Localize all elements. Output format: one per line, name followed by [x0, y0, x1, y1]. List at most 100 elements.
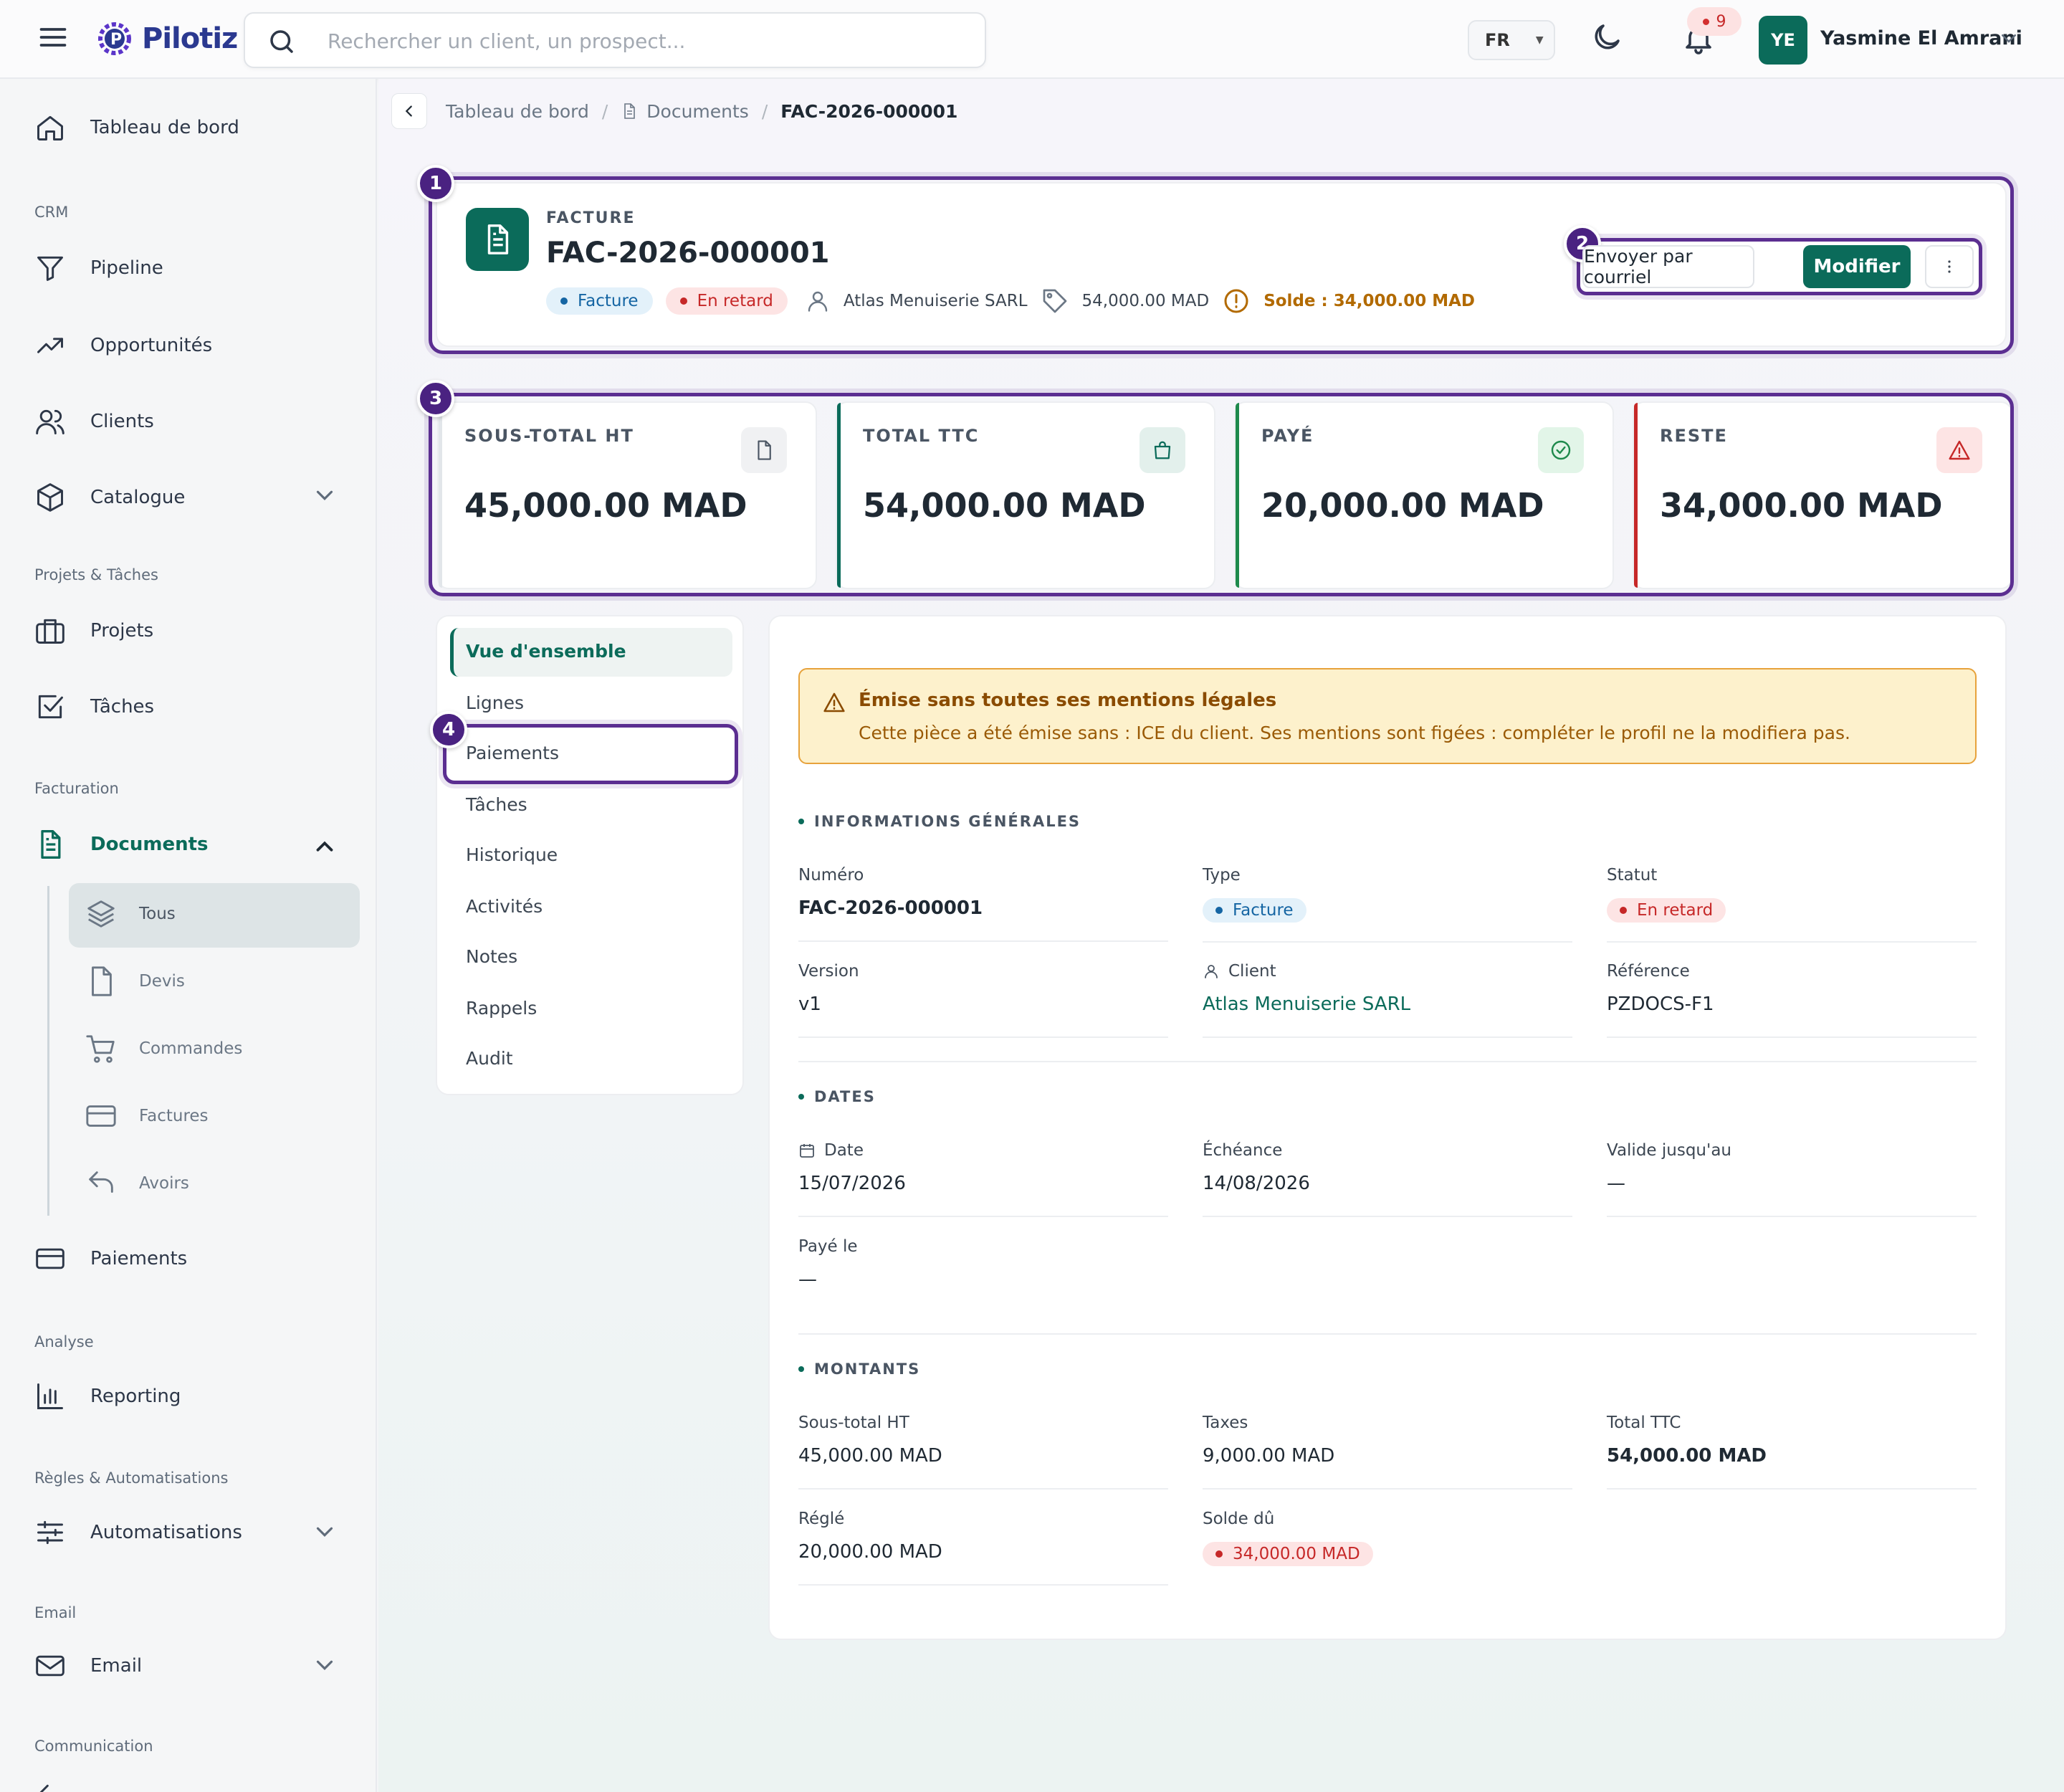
client-link[interactable]: Atlas Menuiserie SARL — [1203, 993, 1572, 1018]
sidebar-item-automations[interactable]: Automatisations — [34, 1517, 242, 1548]
sidebar-item-email[interactable]: Email — [34, 1650, 142, 1682]
mail-icon — [34, 1650, 66, 1682]
annotation-marker-4: 4 — [430, 711, 467, 748]
sidebar-item-label: Opportunités — [90, 335, 213, 356]
submenu-rail — [47, 886, 49, 1216]
bar-chart-icon — [34, 1381, 66, 1412]
field-value: 54,000.00 MAD — [1607, 1445, 1767, 1467]
field-balance-due: Solde dû 34,000.00 MAD — [1203, 1510, 1572, 1585]
chevron-down-icon[interactable] — [311, 482, 338, 509]
status-badge: En retard — [1607, 898, 1726, 923]
send-email-button[interactable]: Envoyer par courriel — [1582, 245, 1754, 288]
field-reference: Référence PZDOCS-F1 — [1607, 962, 1977, 1038]
submenu-item-quotes[interactable]: Devis — [85, 965, 185, 998]
arrow-left-icon[interactable] — [34, 1781, 66, 1792]
tab-audit[interactable]: Audit — [466, 1048, 513, 1069]
tab-activities[interactable]: Activités — [466, 896, 543, 917]
dark-mode-toggle-icon[interactable] — [1590, 20, 1624, 54]
legal-mentions-alert: Émise sans toutes ses mentions légales C… — [798, 668, 1977, 764]
sidebar-section-analysis: Analyse — [34, 1333, 94, 1350]
credit-card-icon — [34, 1243, 66, 1274]
field-label: Total TTC — [1607, 1414, 1681, 1432]
breadcrumb-current: FAC-2026-000001 — [780, 100, 958, 122]
submenu-label: Avoirs — [139, 1174, 189, 1193]
field-value: 20,000.00 MAD — [798, 1541, 942, 1563]
edit-button[interactable]: Modifier — [1803, 245, 1911, 288]
chevron-up-icon[interactable] — [311, 833, 338, 860]
app-logo[interactable]: P Pilotiz — [93, 17, 238, 60]
sidebar-item-projects[interactable]: Projets — [34, 615, 153, 647]
submenu-label: Commandes — [139, 1039, 243, 1058]
section-divider — [798, 1061, 1977, 1062]
sidebar-section-rules: Règles & Automatisations — [34, 1469, 229, 1487]
back-button[interactable] — [391, 93, 427, 129]
breadcrumb-documents[interactable]: Documents — [646, 101, 749, 122]
breadcrumb-separator: / — [761, 100, 768, 122]
notification-count-badge[interactable]: 9 — [1687, 7, 1742, 36]
home-icon — [34, 112, 66, 143]
type-badge-label: Facture — [1233, 901, 1294, 920]
field-value: 15/07/2026 — [798, 1173, 906, 1194]
sidebar-item-label: Tableau de bord — [90, 117, 239, 138]
sidebar-item-catalogue[interactable]: Catalogue — [34, 482, 185, 513]
field-label: Valide jusqu'au — [1607, 1141, 1732, 1160]
field-valid-until: Valide jusqu'au — — [1607, 1141, 1977, 1217]
sidebar-item-reporting[interactable]: Reporting — [34, 1381, 181, 1412]
search-box — [244, 12, 986, 68]
page-title: FAC-2026-000001 — [546, 237, 830, 270]
sidebar-item-tasks[interactable]: Tâches — [34, 691, 154, 723]
filter-icon — [34, 252, 66, 284]
field-value: 14/08/2026 — [1203, 1173, 1310, 1194]
tab-reminders[interactable]: Rappels — [466, 998, 537, 1019]
sidebar-section-communication: Communication — [34, 1738, 153, 1755]
amount-total: 54,000.00 MAD — [1081, 292, 1210, 310]
search-input[interactable] — [328, 24, 958, 58]
tab-overview[interactable]: Vue d'ensemble — [466, 641, 626, 662]
submenu-item-invoices[interactable]: Factures — [85, 1100, 209, 1133]
chevron-down-icon[interactable] — [311, 1652, 338, 1679]
alert-text: Cette pièce a été émise sans : ICE du cl… — [859, 723, 1850, 743]
submenu-item-credits[interactable]: Avoirs — [85, 1167, 189, 1200]
sliders-icon — [34, 1517, 66, 1548]
submenu-item-orders[interactable]: Commandes — [85, 1032, 242, 1065]
tab-history[interactable]: Historique — [466, 844, 558, 865]
field-client: Client Atlas Menuiserie SARL — [1203, 962, 1572, 1038]
type-badge-label: Facture — [578, 292, 639, 310]
credit-card-icon — [85, 1100, 118, 1133]
sidebar-item-payments[interactable]: Paiements — [34, 1243, 187, 1274]
section-heading: INFORMATIONS GÉNÉRALES — [814, 813, 1081, 830]
field-label: Numéro — [798, 866, 864, 885]
section-general: INFORMATIONS GÉNÉRALES — [798, 813, 1081, 830]
sidebar-item-documents[interactable]: Documents — [34, 829, 209, 860]
menu-icon[interactable] — [37, 22, 69, 53]
tab-notes[interactable]: Notes — [466, 946, 517, 967]
layers-icon — [85, 897, 118, 930]
submenu-item-all[interactable]: Tous — [85, 897, 176, 930]
field-label: Date — [824, 1141, 864, 1160]
avatar[interactable]: YE — [1759, 16, 1807, 65]
sidebar-item-label: Tâches — [90, 696, 155, 718]
user-name[interactable]: Yasmine El Amrani — [1820, 27, 2022, 49]
field-taxes: Taxes 9,000.00 MAD — [1203, 1414, 1572, 1490]
tab-lines[interactable]: Lignes — [466, 692, 524, 713]
sidebar-item-pipeline[interactable]: Pipeline — [34, 252, 163, 284]
sidebar-item-dashboard[interactable]: Tableau de bord — [34, 112, 239, 143]
chevron-down-icon[interactable] — [1998, 27, 2020, 49]
field-version: Version v1 — [798, 962, 1168, 1038]
breadcrumb-home[interactable]: Tableau de bord — [446, 101, 589, 122]
field-label: Statut — [1607, 866, 1658, 885]
sidebar-item-clients[interactable]: Clients — [34, 406, 154, 437]
field-label: Taxes — [1203, 1414, 1248, 1432]
section-divider — [798, 1333, 1977, 1335]
chevron-down-icon[interactable] — [311, 1518, 338, 1545]
more-actions-button[interactable] — [1925, 245, 1974, 288]
alert-circle-icon — [1222, 287, 1251, 315]
tab-tasks[interactable]: Tâches — [466, 794, 527, 815]
field-value: 45,000.00 MAD — [798, 1445, 942, 1467]
sidebar-section-billing: Facturation — [34, 780, 119, 797]
balance-badge-label: 34,000.00 MAD — [1233, 1545, 1360, 1563]
pilotiz-logo-icon: P — [93, 17, 136, 60]
document-icon — [621, 103, 638, 120]
sidebar-item-opportunities[interactable]: Opportunités — [34, 330, 212, 361]
language-select[interactable]: FR ▼ — [1468, 20, 1555, 60]
